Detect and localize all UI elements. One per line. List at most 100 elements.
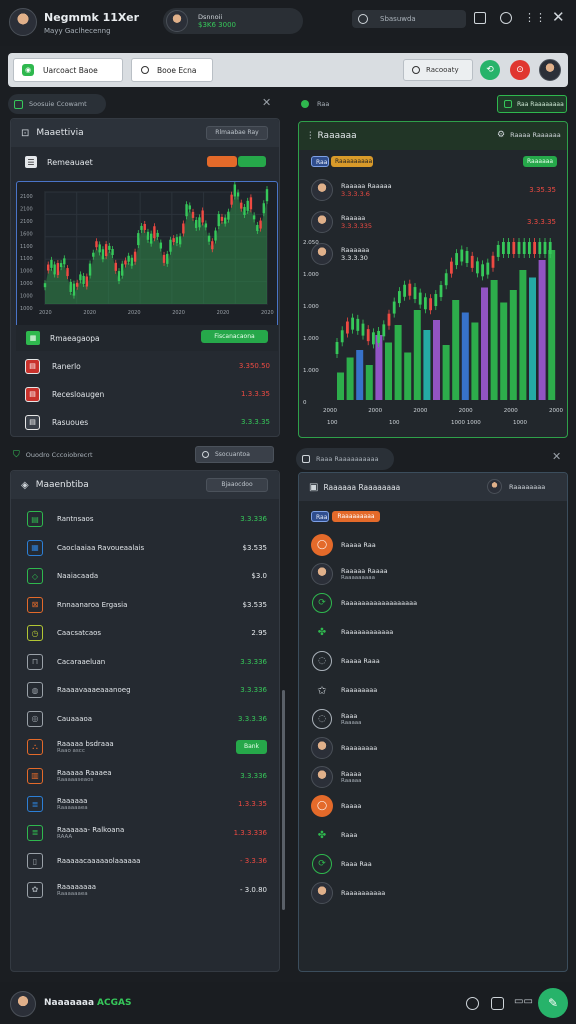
right-bottom-user[interactable]: Raaaaaaaa [487,479,545,494]
search-box[interactable]: Sbasuwda [352,10,466,28]
item-label: Raaaa [341,802,362,810]
clock-icon: ◷ [25,623,45,643]
left-bottom-row[interactable]: ▤ Rantnsaos 3.3.336 [25,509,267,529]
left-bottom-tab[interactable]: ⛉ Ouodro Cccoiobrecrt [8,446,106,464]
left-top-close-icon[interactable]: ✕ [262,96,271,109]
right-top-tab-button[interactable]: Raa Raaaaaaaa [497,95,567,113]
left-top-row[interactable]: ▤ Ranerlo 3.350.50 [25,357,270,375]
candle [387,313,391,326]
right-bottom-item[interactable]: Raaaa Raaaaa [311,765,556,789]
left-top-tab[interactable]: Soosuie Ccowamt [8,94,106,114]
left-bottom-row[interactable]: ◷ Caacsatcaos 2.95 [25,623,267,643]
green-circle-icon: ⟳ [311,593,333,613]
footer-more-icon[interactable]: ▭▭ [514,996,533,1007]
right-top-tab[interactable]: Raa [298,94,358,114]
y-tick-label: 1000 [20,269,33,275]
share-icon[interactable] [474,12,486,24]
left-bottom-row[interactable]: ◍ Raaaavaaaeaaanoeg 3.3.336 [25,680,267,700]
left-bottom-row[interactable]: ⊓ Cacaraaeluan 3.3.336 [25,652,267,672]
right-top-tab-icon [301,100,309,108]
footer-avatar[interactable] [10,991,36,1017]
right-bottom-item[interactable]: ✤ Raaa [311,823,556,847]
circle-icon[interactable] [500,12,512,24]
shop-icon: ▥ [25,766,45,786]
app-avatar[interactable] [9,8,37,36]
left-bottom-tab-button-label: Ssocuantoa [215,451,250,458]
footer-fab-icon[interactable]: ✎ [538,988,568,1018]
right-bottom-item[interactable]: ◌ Raaa Raaaaa [311,707,556,731]
left-bottom-row[interactable]: ≣ Raaaaaa- Ralkoana RAAA 1.3.3.336 [25,823,267,843]
footer-chat-icon[interactable] [491,997,504,1010]
y-tick-label: 1100 [20,256,33,262]
search-input[interactable]: Sbasuwda [380,15,416,23]
toolbar-filter-label: Booe Ecna [157,65,197,75]
profile-chip[interactable]: Dsnnoii $3K6 3000 [163,8,303,34]
right-bottom-item[interactable]: ◯ Raaaa Raa [311,533,556,557]
bar [529,277,536,400]
right-bottom-close-icon[interactable]: ✕ [552,450,561,463]
right-bottom-item[interactable]: ⟳ Raaa Raa [311,852,556,876]
right-top-avatar-row[interactable]: Raaaaa 3.3.3.335 3.3.3.35 [311,210,556,234]
candle [117,271,121,282]
bar [481,287,488,400]
left-top-row[interactable]: ▤ Rasuoues 3.3.3.35 [25,413,270,431]
right-bottom-item[interactable]: ✤ Raaaaaaaaaaaa [311,620,556,644]
right-top-header-action[interactable]: ⚙ Raaaa Raaaaaa [497,130,561,140]
right-bottom-item[interactable]: Raaaaa Raaaa Raaaaaaaaa [311,562,556,586]
candle [220,216,224,221]
left-bottom-row[interactable]: ✿ Raaaaaaaa Raaaaaaea - 3.0.80 [25,880,267,900]
left-bottom-row[interactable]: ≣ Raaaaaa Raaaaaaea 1.3.3.35 [25,794,267,814]
layers-icon: ◈ [21,479,29,491]
left-bottom-row[interactable]: ⛬ Raaaaa bsdraaa Raao ascc Bank [25,737,267,757]
x-tick-label: 2000 [368,408,382,414]
left-bottom-header-button[interactable]: Bjaaocdoo [206,478,268,492]
teal-action-icon[interactable]: ⟲ [480,60,500,80]
right-bottom-item[interactable]: Raaaaaaaa [311,736,556,760]
y-tick-label: 1.000 [303,304,319,310]
candle [198,217,201,228]
left-bottom-row[interactable]: ▦ Caoclaaiaa Ravoueaalais $3.535 [25,538,267,558]
right-bottom-item[interactable]: ⟳ Raaaaaaaaaaaaaaaaaa [311,591,556,615]
left-top-row[interactable]: ▤ Recesloaugen 1.3.3.35 [25,385,270,403]
candle [85,276,89,287]
candle [127,255,130,262]
left-bottom-row[interactable]: ⊠ Rnnaanaroa Ergasia $3.535 [25,595,267,615]
left-bottom-row-value: 3.3.336 [240,771,267,780]
grid-icon[interactable]: ⋮⋮ [524,11,546,24]
left-bottom-row[interactable]: ▥ Raaaaa Raaaea Raaaaaseaos 3.3.336 [25,766,267,786]
chart-footer-button[interactable]: Fiscanacaona [201,330,268,343]
left-top-header-button[interactable]: Rlmaabae Ray [206,126,268,140]
right-bottom-item[interactable]: ◯ Raaaa [311,794,556,818]
legend-green: Raaaaaa [523,156,557,167]
left-bottom-row[interactable]: ▯ Raaaaacaaaaaolaaaaaa - 3.3.36 [25,851,267,871]
avatar-row-value2: 3.35.35 [529,186,556,194]
left-bottom-row-value: 1.3.3.35 [238,800,267,808]
bar-chart-icon: ⫶ [309,130,312,142]
candle [101,249,105,260]
footer-circle-icon[interactable] [466,997,479,1010]
x-tick-label: 2020 [261,310,274,316]
close-icon[interactable]: ✕ [552,8,565,26]
toolbar-avatar[interactable] [539,59,561,81]
left-scrollbar[interactable] [282,690,285,910]
toolbar-filter[interactable]: Booe Ecna [131,58,213,82]
footer-name: Naaaaaaa [44,998,95,1008]
right-top-avatar-row[interactable]: Raaaaa Raaaaa 3.3.3.3.6 3.35.35 [311,178,556,202]
candle [124,260,127,265]
left-bottom-row-value: $3.0 [251,572,267,580]
toolbar-right-field[interactable]: Racooaty [403,59,473,81]
red-action-icon[interactable]: ⊙ [510,60,530,80]
toolbar-tab[interactable]: ◉ Uarcoact Baoe [13,58,123,82]
left-bottom-row-label: Cacaraaeluan [57,657,106,666]
right-bottom-item[interactable]: ✩ Raaaaaaaa [311,678,556,702]
candle [79,274,82,281]
left-bottom-row[interactable]: ◎ Cauaaaoa 3.3.3.36 [25,709,267,729]
star-icon: ✩ [317,683,327,697]
candle [502,242,505,254]
toolbar-right-label: Racooaty [426,66,459,74]
left-bottom-row[interactable]: ◇ Naaiacaada $3.0 [25,566,267,586]
right-bottom-tab[interactable]: Raaa Raaaaaaaaaa [296,448,394,470]
right-bottom-item[interactable]: ◌ Raaaa Raaa [311,649,556,673]
right-bottom-item[interactable]: Raaaaaaaaaa [311,881,556,905]
left-bottom-tab-button[interactable]: Ssocuantoa [195,446,274,463]
